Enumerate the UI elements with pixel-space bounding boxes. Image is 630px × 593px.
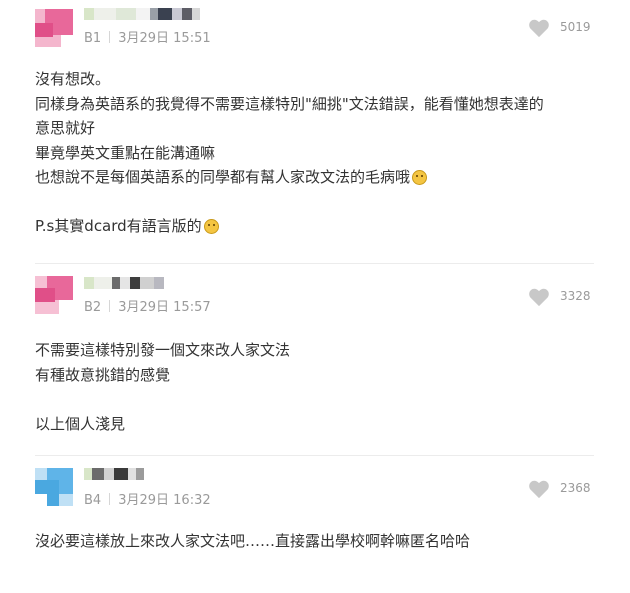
meta-divider (109, 493, 111, 505)
comment-line-text: 也想說不是每個英語系的同學都有幫人家改文法的毛病哦 (35, 168, 411, 186)
comment-line: 意思就好 (35, 119, 96, 137)
comment-body: 不需要這樣特別發一個文來改人家文法 有種故意挑錯的感覺 以上個人淺見 (35, 338, 290, 436)
author-name-blurred (84, 468, 144, 480)
comment-meta: B1 3月29日 15:51 (84, 27, 211, 46)
meta-divider (109, 300, 111, 312)
comment-body: 沒必要這樣放上來改人家文法吧……直接露出學校啊幹嘛匿名哈哈 (35, 529, 470, 554)
comment-line-with-emoji: 也想說不是每個英語系的同學都有幫人家改文法的毛病哦 (35, 165, 544, 190)
comment-line: 沒有想改。 (35, 70, 111, 88)
comment-divider (35, 263, 594, 264)
comment-line: 畢竟學英文重點在能溝通嘛 (35, 143, 216, 162)
floor-label: B4 (84, 493, 102, 508)
comment-date: 3月29日 15:57 (118, 300, 211, 315)
author-name-blurred (84, 277, 164, 289)
comment-line: 同樣身為英語系的我覺得不需要這樣特別"細挑"文法錯誤，能看懂她想表達的 (35, 94, 544, 113)
heart-icon[interactable] (528, 479, 550, 499)
avatar[interactable] (35, 276, 73, 314)
comment-line: 不需要這樣特別發一個文來改人家文法 (35, 341, 291, 359)
comment-line: 有種故意挑錯的感覺 (35, 365, 171, 384)
like-count: 5019 (560, 20, 591, 34)
floor-label: B2 (84, 300, 102, 315)
meta-divider (109, 31, 111, 43)
comment-meta: B4 3月29日 16:32 (84, 489, 211, 508)
comment-line: 以上個人淺見 (35, 414, 126, 433)
comment-date: 3月29日 16:32 (118, 493, 211, 508)
like-count: 3328 (560, 289, 591, 303)
heart-icon[interactable] (528, 287, 550, 307)
comment-line: 沒必要這樣放上來改人家文法吧……直接露出學校啊幹嘛匿名哈哈 (35, 532, 471, 550)
floor-label: B1 (84, 31, 102, 46)
comment-body: 沒有想改。 同樣身為英語系的我覺得不需要這樣特別"細挑"文法錯誤，能看懂她想表達… (35, 67, 544, 239)
comment-line-with-emoji: P.s其實dcard有語言版的 (35, 214, 544, 239)
comment-divider (35, 455, 594, 456)
avatar[interactable] (35, 9, 73, 47)
heart-icon[interactable] (528, 18, 550, 38)
author-name-blurred (84, 8, 200, 20)
comment-date: 3月29日 15:51 (118, 31, 211, 46)
avatar[interactable] (35, 468, 73, 506)
comment-line-text: P.s其實dcard有語言版的 (35, 217, 202, 235)
grin-emoji-icon (203, 219, 219, 234)
comment-meta: B2 3月29日 15:57 (84, 296, 211, 315)
like-count: 2368 (560, 481, 591, 495)
smiley-emoji-icon (412, 170, 428, 185)
